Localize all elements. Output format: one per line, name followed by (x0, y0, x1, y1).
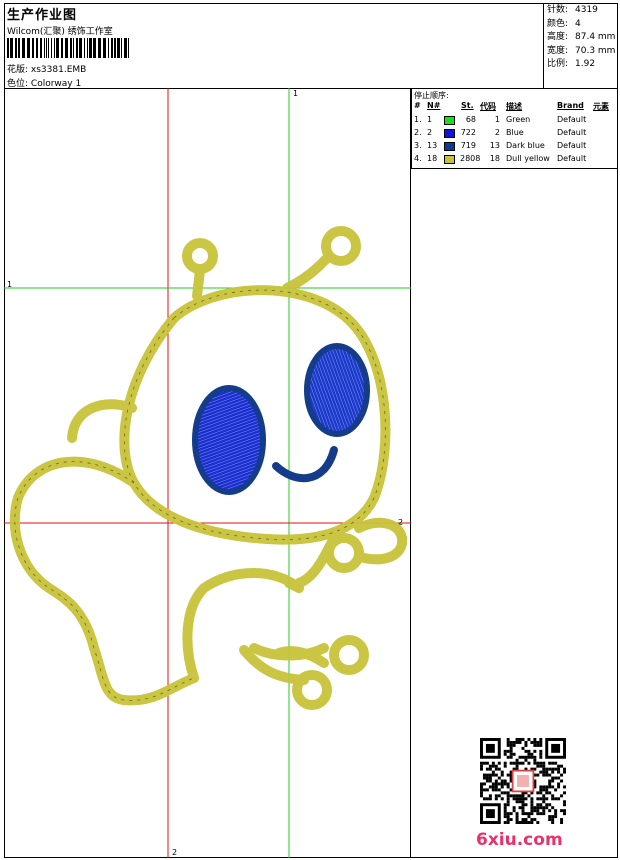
color-table-row: 3. 13 719 13 Dark blue Default (414, 141, 587, 151)
stats-panel: 针数: 4319 颜色: 4 高度: 87.4 mm 宽度: 70.3 mm 比例: 1.… (547, 4, 615, 72)
qr-code-icon (480, 738, 566, 824)
thread-color-swatch (444, 155, 455, 164)
barcode-icon (7, 38, 129, 58)
stat-width: 宽度: 70.3 mm (547, 45, 616, 56)
guide-label-red-bottom: 2 (172, 848, 177, 857)
color-table-header: # N# St. 代码 描述 Brand 元素 (414, 101, 609, 111)
color-table-row: 1. 1 68 1 Green Default (414, 115, 587, 125)
stat-stitches: 针数: 4319 (547, 5, 598, 15)
mouth (272, 446, 338, 483)
color-table-row: 2. 2 722 2 Blue Default (414, 128, 587, 138)
color-sequence-title: 停止顺序: (414, 91, 449, 100)
color-table-row: 4. 18 2808 18 Dull yellow Default (414, 154, 587, 164)
header-divider (543, 3, 544, 89)
thread-color-swatch (444, 116, 455, 125)
stat-colors: 颜色: 4 (547, 18, 581, 29)
design-value: xs3381.EMB (30, 65, 87, 75)
design-label: 花版: (7, 65, 29, 75)
guide-label-green-left: 1 (7, 280, 12, 289)
page-title: 生产作业图 (7, 8, 78, 23)
stat-scale: 比例: 1.92 (547, 59, 596, 69)
watermark-brand: 6xiu.com (476, 830, 563, 850)
thread-color-swatch (444, 142, 455, 151)
design-canvas: 1 1 2 2 (4, 88, 411, 858)
software-subtitle: Wilcom(汇聚) 绣饰工作室 (7, 27, 113, 37)
stat-height: 高度: 87.4 mm (547, 32, 616, 42)
embroidery-preview: 1 1 2 2 (4, 88, 411, 858)
guide-label-green-top: 1 (293, 89, 298, 98)
design-name: 花版: xs3381.EMB (7, 62, 86, 75)
thread-color-swatch (444, 129, 455, 138)
color-sequence-panel: 停止顺序: # N# St. 代码 描述 Brand 元素 1. 1 68 1 Gree… (411, 88, 618, 169)
left-eye (192, 385, 266, 495)
right-eye (304, 343, 370, 437)
